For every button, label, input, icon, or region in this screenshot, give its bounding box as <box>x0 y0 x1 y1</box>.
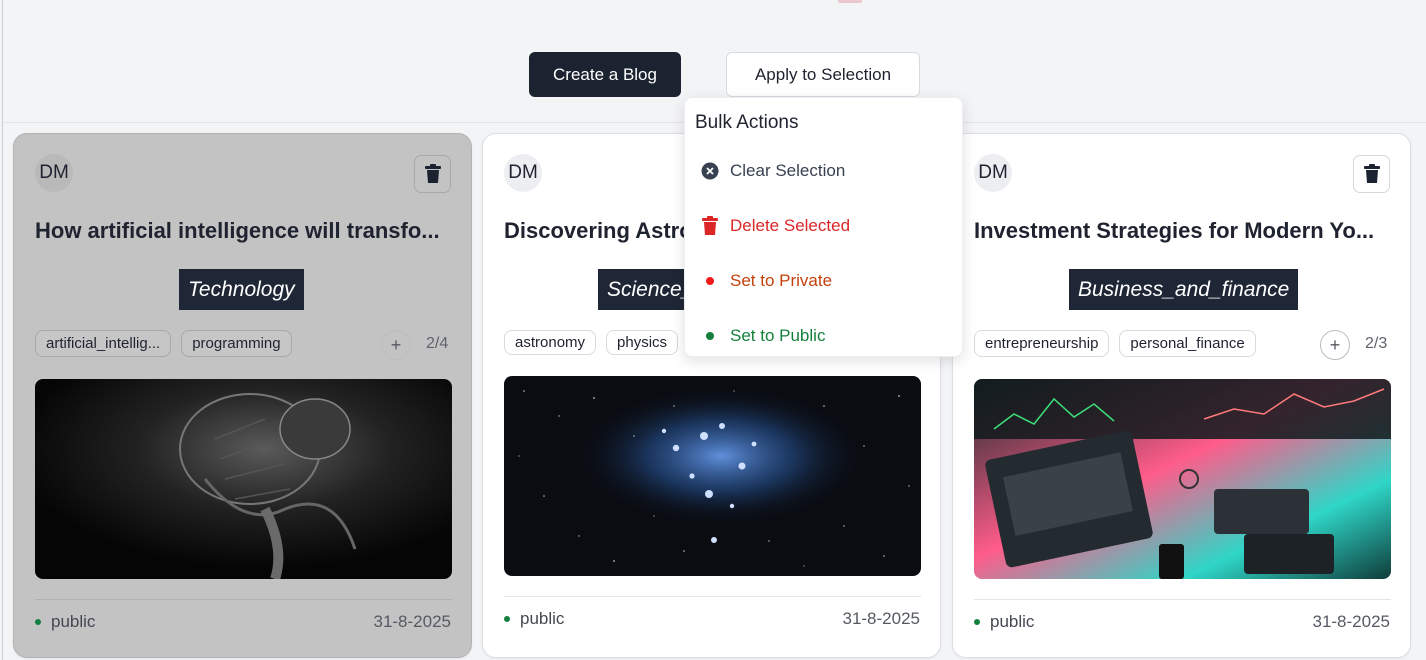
menu-item-label: Set to Private <box>730 271 833 290</box>
category-badge: Science_ <box>598 269 684 310</box>
tag-chip[interactable]: artificial_intellig... <box>35 330 172 357</box>
bulk-actions-menu: Bulk Actions Clear Selection Delete Sele… <box>684 97 963 357</box>
set-private-item[interactable]: Set to Private <box>685 261 962 301</box>
blog-title[interactable]: How artificial intelligence will transfo… <box>35 218 451 244</box>
status-dot-icon <box>504 616 510 622</box>
clear-selection-item[interactable]: Clear Selection <box>685 151 962 191</box>
tag-count: 2/3 <box>1365 335 1388 352</box>
blog-title[interactable]: Investment Strategies for Modern Yo... <box>974 218 1390 244</box>
tag-chip[interactable]: astronomy <box>504 330 597 355</box>
status-indicator: public <box>504 609 564 629</box>
tag-chip[interactable]: personal_finance <box>1119 330 1256 357</box>
tag-count: 2/4 <box>426 335 449 352</box>
status-indicator: public <box>974 612 1034 632</box>
apply-to-selection-button[interactable]: Apply to Selection <box>726 52 920 97</box>
tag-chip[interactable]: entrepreneurship <box>974 330 1110 357</box>
status-dot-icon <box>35 619 41 625</box>
add-tag-button[interactable]: + <box>1320 330 1350 360</box>
tag-chip[interactable]: physics <box>606 330 679 355</box>
plus-icon: + <box>390 334 402 355</box>
avatar: DM <box>504 154 542 192</box>
x-circle-icon <box>699 162 721 180</box>
plus-icon: + <box>1329 334 1341 355</box>
category-badge: Technology <box>179 269 304 310</box>
trash-icon <box>699 216 721 236</box>
trash-icon <box>1363 164 1380 183</box>
status-dot-icon <box>974 619 980 625</box>
blog-date: 31-8-2025 <box>1312 612 1390 631</box>
delete-selected-item[interactable]: Delete Selected <box>685 206 962 246</box>
blog-title[interactable]: Discovering Astro <box>504 218 694 244</box>
tag-list: entrepreneurship personal_finance <box>974 330 1256 357</box>
page-title-partial <box>600 0 860 8</box>
tag-list: astronomy physics <box>504 330 679 355</box>
flag-icon <box>838 0 862 3</box>
create-blog-button[interactable]: Create a Blog <box>529 52 681 97</box>
avatar: DM <box>974 154 1012 192</box>
card-divider <box>504 596 921 597</box>
add-tag-button[interactable]: + <box>381 330 411 360</box>
card-divider <box>974 599 1391 600</box>
blog-card[interactable]: DM Investment Strategies for Modern Yo..… <box>952 133 1411 658</box>
blog-date: 31-8-2025 <box>842 609 920 628</box>
robot-image <box>35 379 452 579</box>
red-dot-icon <box>699 277 721 285</box>
status-indicator: public <box>35 612 95 632</box>
bulk-actions-title: Bulk Actions <box>695 112 799 133</box>
menu-item-label: Set to Public <box>730 326 826 345</box>
star-cluster-image <box>504 376 921 576</box>
status-label: public <box>51 612 96 631</box>
menu-item-label: Clear Selection <box>730 161 846 180</box>
status-label: public <box>520 609 565 628</box>
set-public-item[interactable]: Set to Public <box>685 316 962 356</box>
tag-chip[interactable]: programming <box>181 330 292 357</box>
trading-desk-image <box>974 379 1391 579</box>
status-label: public <box>990 612 1035 631</box>
delete-blog-button[interactable] <box>414 155 451 193</box>
avatar: DM <box>35 154 73 192</box>
menu-item-label: Delete Selected <box>730 216 851 235</box>
card-divider <box>35 599 452 600</box>
trash-icon <box>424 164 441 183</box>
category-badge: Business_and_finance <box>1069 269 1299 310</box>
green-dot-icon <box>699 332 721 340</box>
delete-blog-button[interactable] <box>1353 155 1390 193</box>
page-left-border <box>2 0 3 660</box>
blog-card[interactable]: DM How artificial intelligence will tran… <box>13 133 472 658</box>
blog-date: 31-8-2025 <box>373 612 451 631</box>
tag-list: artificial_intellig... programming <box>35 330 292 357</box>
